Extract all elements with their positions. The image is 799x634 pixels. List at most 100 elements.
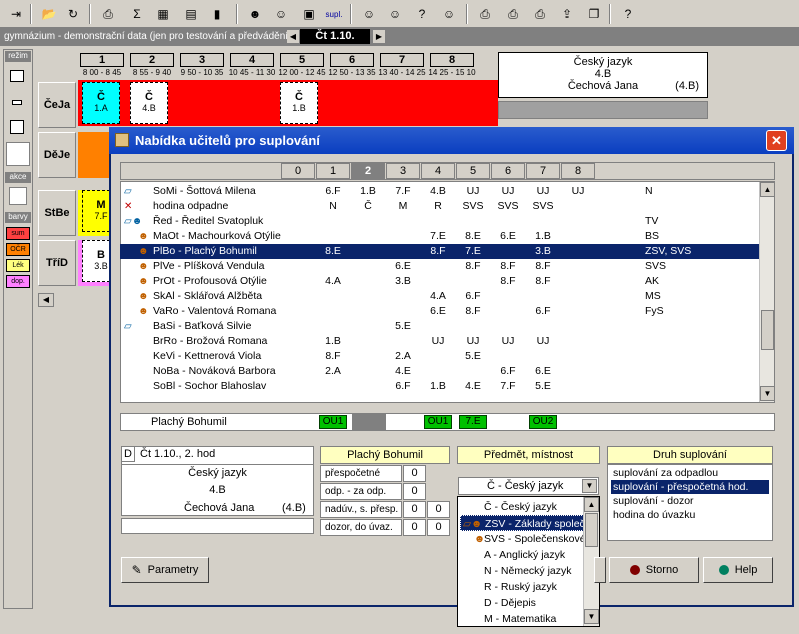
schedule-scroll-left-button[interactable]: ◀ [38,293,54,307]
teacher-row-cell: 8.F [500,275,516,287]
teacher-row[interactable]: ☻ PlVe - Plíšková Vendula 6.E 8.F 8.F 8.F SVS [120,259,760,274]
teacher-row[interactable]: ☻ MaOt - Machourková Otýlie 7.E 8.E 6.E 1.B BS [120,229,760,244]
teacher-row[interactable]: ▱☻ Řed - Ředitel Svatopluk TV [120,214,760,229]
dropdown-option[interactable]: D - Dějepis [460,595,588,611]
teacher-row[interactable]: ☻ VaRo - Valentová Romana 6.E 8.F 6.F FyS [120,304,760,319]
mode-copy-icon[interactable] [10,120,24,134]
dropdown-scroll-thumb[interactable] [585,513,598,547]
storno-button[interactable]: Storno [609,557,699,583]
print3-icon[interactable]: ⎙ [502,3,524,25]
schedule-lesson-cell[interactable]: Č 1.B [280,82,318,124]
scroll-up-icon[interactable]: ▲ [760,182,775,197]
parameters-button[interactable]: ✎ Parametry [121,557,209,583]
info-strip [498,101,708,119]
scroll-down-icon[interactable]: ▼ [760,386,775,401]
teacher-row-cell: 4.A [430,290,446,302]
teacher-row-button[interactable]: DěJe [38,132,76,178]
prev-day-button[interactable]: ◀ [287,30,299,43]
dropdown-option[interactable]: A - Anglický jazyk [460,547,588,563]
teachers-icon[interactable]: ☻ [244,3,266,25]
mode-active-icon[interactable] [6,142,30,166]
action-icon[interactable] [9,187,27,205]
grid-icon[interactable]: ▦ [152,3,174,25]
teacher-row[interactable]: ✕ hodina odpadne N Č M R SVS SVS SVS [120,199,760,214]
form-icon[interactable]: ▤ [180,3,202,25]
teacher-row-button[interactable]: ČeJa [38,82,76,128]
help-icon[interactable]: ? [617,3,639,25]
teacher-row-cell: 6.E [535,365,551,377]
counter-value-2[interactable]: 0 [427,519,450,536]
next-day-button[interactable]: ▶ [373,30,385,43]
teacher-row[interactable]: KeVi - Kettnerová Viola 8.F 2.A 5.E [120,349,760,364]
dropdown-scroll-down-icon[interactable]: ▼ [584,609,599,624]
help-button[interactable]: Help [703,557,773,583]
teacher-row[interactable]: ☻ PrOt - Profousová Otýlie 4.A 3.B 8.F 8.F AK [120,274,760,289]
chart-icon[interactable]: ▮ [206,3,228,25]
teacher-row[interactable]: NoBa - Nováková Barbora 2.A 4.E 6.F 6.E [120,364,760,379]
badge-icon[interactable]: ▣ [298,3,320,25]
schedule-lesson-cell[interactable]: Č 4.B [130,82,168,124]
teacher-row[interactable]: SoBl - Sochor Blahoslav 6.F 1.B 4.E 7.F 5.E [120,379,760,394]
dropdown-option[interactable]: N - Německý jazyk [460,563,588,579]
mode-window-icon[interactable] [10,70,24,82]
people2-icon[interactable]: ☺ [384,3,406,25]
question-people-icon[interactable]: ? [411,3,433,25]
close-icon[interactable]: ✕ [766,130,787,151]
teacher-row-button[interactable]: StBe [38,190,76,236]
teacher-row-cell: 6.F [395,380,411,392]
color-chip[interactable]: Lék [6,259,30,272]
refresh-icon[interactable]: ↻ [62,3,84,25]
exit-icon[interactable]: ⇥ [5,3,27,25]
teacher-icon[interactable]: ☺ [270,3,292,25]
supl-icon[interactable]: supl. [323,3,345,25]
teacher-row-name: SoBl - Sochor Blahoslav [153,380,267,392]
dropdown-option[interactable]: ☻ SVS - Společenskové [460,531,588,547]
type-option[interactable]: suplování - dozor [611,494,769,508]
type-option[interactable]: hodina do úvazku [611,508,769,522]
dropdown-option[interactable]: M - Matematika [460,611,588,627]
period-time: 8 55 - 9 40 [132,68,172,77]
mode-small-icon[interactable] [12,100,22,105]
teacher-row[interactable]: ☻ SkAl - Sklářová Alžběta 4.A 6.F MS [120,289,760,304]
type-option[interactable]: suplování - přespočetná hod. [611,480,769,494]
teacher-row[interactable]: ☻ PlBo - Plachý Bohumil 8.E 8.F 7.E 3.B ZSV, S… [120,244,760,259]
column-header-4: 4 [421,163,455,179]
teacher-row-button[interactable]: TříD [38,240,76,286]
dropdown-option[interactable]: Č - Český jazyk [460,499,588,515]
counter-value-2[interactable]: 0 [427,501,450,518]
ok-button[interactable] [594,557,606,583]
color-chip[interactable]: dop. [6,275,30,288]
type-panel-title: Druh suplování [607,446,773,464]
print2-icon[interactable]: ⎙ [474,3,496,25]
people3-icon[interactable]: ☺ [438,3,460,25]
color-chip[interactable]: sum [6,227,30,240]
period-header: 7 [380,53,424,67]
counter-value[interactable]: 0 [403,501,426,518]
subject-select[interactable]: Č - Český jazyk ▼ [458,477,599,495]
counter-value[interactable]: 0 [403,483,426,500]
counter-value[interactable]: 0 [403,465,426,482]
dropdown-option[interactable]: ▱☻ ZSV - Základy společ [460,515,588,531]
type-option[interactable]: suplování za odpadlou [611,466,769,480]
teacher-row[interactable]: ▱ SoMi - Šottová Milena 6.F 1.B 7.F 4.B UJ UJ UJ… [120,184,760,199]
teacher-row[interactable]: BrRo - Brožová Romana 1.B UJ UJ UJ UJ [120,334,760,349]
counter-value[interactable]: 0 [403,519,426,536]
open-icon[interactable]: 📂 [38,3,60,25]
teacher-row[interactable]: ▱ BaSi - Baťková Silvie 5.E [120,319,760,334]
printer4-icon[interactable]: ⎙ [529,3,551,25]
lesson-note-field[interactable] [121,518,314,534]
schedule-lesson-cell[interactable]: Č 1.A [82,82,120,124]
teacher-list-scrollbar[interactable]: ▲ ▼ [759,182,775,402]
teacher-row-subjects: BS [645,230,660,242]
copy-icon[interactable]: ❐ [583,3,605,25]
sum-icon[interactable]: Σ [126,3,148,25]
dropdown-scroll-up-icon[interactable]: ▲ [584,497,599,512]
scroll-thumb[interactable] [761,310,774,350]
toolbar-separator [466,4,468,24]
export-icon[interactable]: ⇪ [556,3,578,25]
print-icon[interactable]: ⎙ [97,3,119,25]
people-icon[interactable]: ☺ [358,3,380,25]
color-chip[interactable]: OČR [6,243,30,256]
chevron-down-icon[interactable]: ▼ [582,479,597,493]
dropdown-option[interactable]: R - Ruský jazyk [460,579,588,595]
